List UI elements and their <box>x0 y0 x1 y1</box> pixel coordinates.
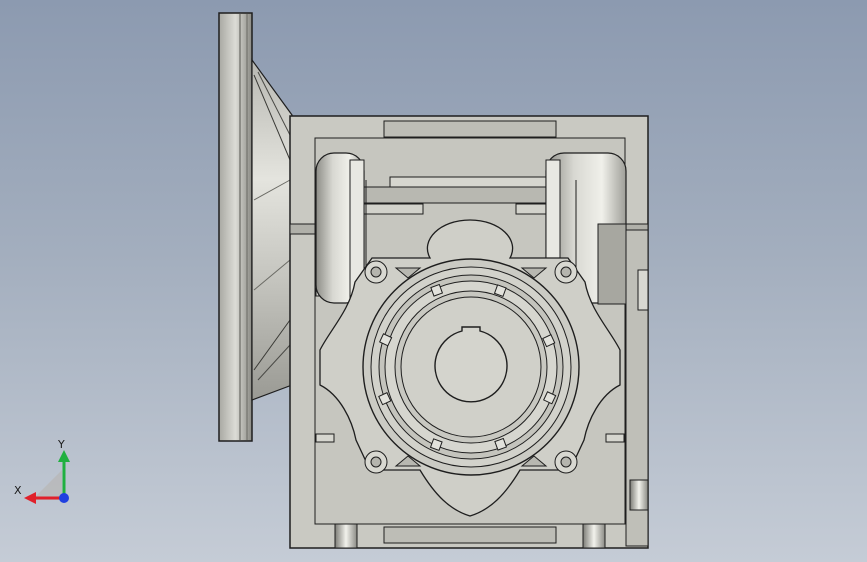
triad-graphic <box>24 450 70 504</box>
y-axis-label: Y <box>58 438 65 451</box>
right-shaft-stub <box>625 229 649 547</box>
flange-adapter-cone <box>251 58 293 401</box>
y-axis-arrow <box>58 450 70 462</box>
z-axis-dot <box>59 493 69 503</box>
axis-triad: Y X <box>10 438 80 510</box>
x-axis-arrow <box>24 492 36 504</box>
cad-viewport[interactable]: Y X <box>0 0 867 562</box>
gearbox-model[interactable] <box>0 0 867 562</box>
triad-plane-shade <box>32 470 62 500</box>
x-axis-label: X <box>14 484 22 497</box>
motor-flange <box>218 12 253 442</box>
